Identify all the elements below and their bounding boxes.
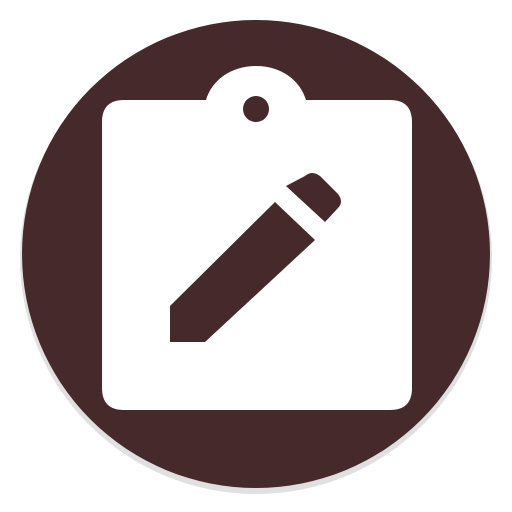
clipboard-edit-icon — [20, 20, 492, 494]
